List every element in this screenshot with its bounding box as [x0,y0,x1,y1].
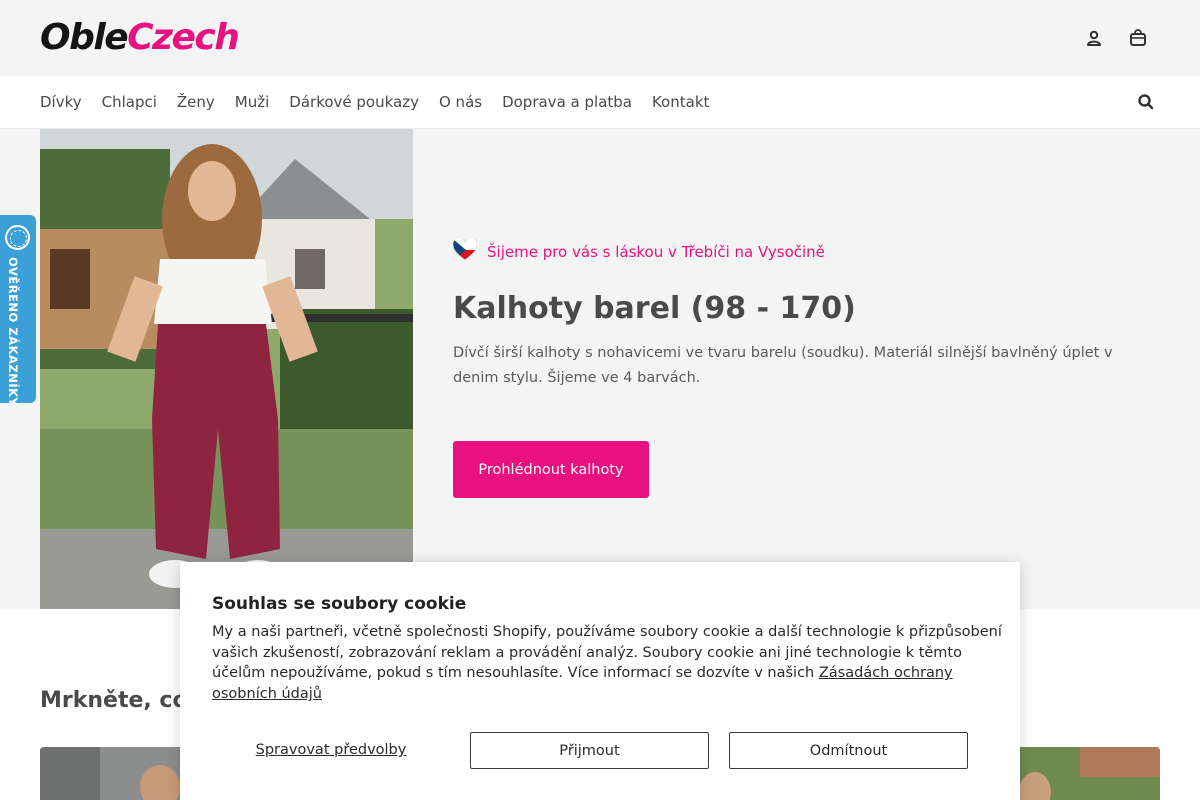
cookie-consent-dialog: Souhlas se soubory cookie My a naši part… [180,562,1020,800]
logo[interactable]: ObleCzech [40,14,238,62]
hero-image [40,129,413,609]
nav-item-kontakt[interactable]: Kontakt [652,93,709,111]
nav-item-doprava-a-platba[interactable]: Doprava a platba [502,93,632,111]
nav-item-zeny[interactable]: Ženy [177,93,215,111]
view-pants-button[interactable]: Prohlédnout kalhoty [453,441,649,498]
hero-tagline: Šijeme pro vás s láskou v Třebíči na Vys… [453,239,825,265]
manage-preferences-button[interactable]: Spravovat předvolby [212,732,450,768]
nav-item-divky[interactable]: Dívky [40,93,82,111]
nav-item-darkove-poukazy[interactable]: Dárkové poukazy [289,93,419,111]
cookie-text: My a naši partneři, včetně společnosti S… [212,622,1002,705]
verified-badge-label: OVĚŘENO ZÁKAZNÍKY [6,257,20,406]
main-nav: Dívky Chlapci Ženy Muži Dárkové poukazy … [0,76,1200,129]
hero-description: Dívčí širší kalhoty s nohavicemi ve tvar… [453,341,1143,391]
product-thumbnail[interactable] [1000,747,1160,800]
hero-tagline-text: Šijeme pro vás s láskou v Třebíči na Vys… [487,243,825,261]
top-header: ObleCzech [0,0,1200,76]
account-icon[interactable] [1082,26,1106,50]
search-icon[interactable] [1136,92,1156,112]
section-title: Mrkněte, co [40,688,188,713]
nav-item-o-nas[interactable]: O nás [439,93,482,111]
hero-banner: Šijeme pro vás s láskou v Třebíči na Vys… [0,129,1200,609]
accept-cookies-button[interactable]: Přijmout [470,732,709,769]
nav-item-chlapci[interactable]: Chlapci [102,93,157,111]
cookie-title: Souhlas se soubory cookie [212,594,466,614]
nav-item-muzi[interactable]: Muži [235,93,270,111]
verified-seal-icon [5,225,30,250]
cart-icon[interactable] [1126,26,1150,50]
hero-title: Kalhoty barel (98 - 170) [453,291,856,326]
product-thumbnail[interactable] [40,747,190,800]
verified-customers-badge[interactable]: OVĚŘENO ZÁKAZNÍKY [0,215,36,403]
czech-flag-heart-icon [453,239,477,265]
decline-cookies-button[interactable]: Odmítnout [729,732,968,769]
